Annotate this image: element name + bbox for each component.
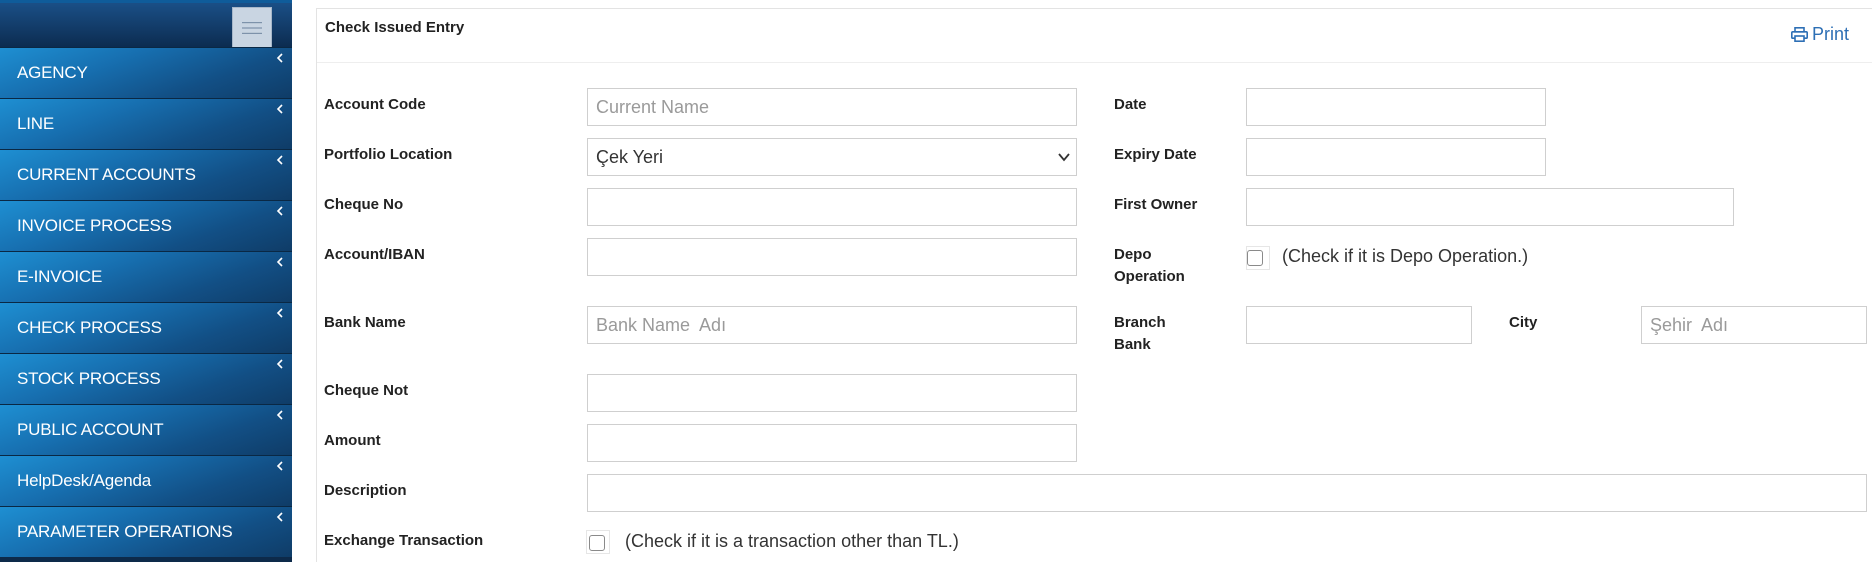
sidebar-item-current-accounts[interactable]: CURRENT ACCOUNTS xyxy=(0,149,292,200)
bank-name-label: Bank Name xyxy=(324,314,406,331)
branch-bank-input[interactable] xyxy=(1246,306,1472,344)
sidebar-item-label: PARAMETER OPERATIONS xyxy=(17,522,233,541)
chevron-left-icon xyxy=(276,461,283,471)
depo-operation-label-1: Depo xyxy=(1114,246,1152,263)
sidebar: AGENCY LINE CURRENT ACCOUNTS INVOICE PROCES… xyxy=(0,0,292,562)
date-label: Date xyxy=(1114,96,1147,113)
hamburger-icon xyxy=(242,21,262,34)
account-iban-label: Account/IBAN xyxy=(324,246,425,263)
city-input[interactable] xyxy=(1641,306,1867,344)
sidebar-item-e-invoice[interactable]: E-INVOICE xyxy=(0,251,292,302)
chevron-left-icon xyxy=(276,155,283,165)
depo-operation-checkbox[interactable] xyxy=(1247,250,1263,266)
chevron-left-icon xyxy=(276,53,283,63)
sidebar-item-label: CURRENT ACCOUNTS xyxy=(17,165,196,184)
expiry-date-input[interactable] xyxy=(1246,138,1546,176)
depo-operation-note: (Check if it is Depo Operation.) xyxy=(1282,246,1529,266)
cheque-no-input[interactable] xyxy=(587,188,1077,226)
description-label: Description xyxy=(324,482,407,499)
portfolio-location-select[interactable]: Çek Yeri xyxy=(587,138,1077,176)
exchange-transaction-label: Exchange Transaction xyxy=(324,532,484,549)
chevron-left-icon xyxy=(276,512,283,522)
portfolio-location-label: Portfolio Location xyxy=(324,146,453,163)
sidebar-item-label: CHECK PROCESS xyxy=(17,318,162,337)
amount-input[interactable] xyxy=(587,424,1077,462)
sidebar-item-label: PUBLIC ACCOUNT xyxy=(17,420,164,439)
sidebar-item-label: HelpDesk/Agenda xyxy=(17,471,152,490)
account-code-label: Account Code xyxy=(324,96,426,113)
bank-name-input[interactable] xyxy=(587,306,1077,344)
account-iban-input[interactable] xyxy=(587,238,1077,276)
cheque-not-label: Cheque Not xyxy=(324,382,409,399)
amount-label: Amount xyxy=(324,432,381,449)
expiry-date-label: Expiry Date xyxy=(1114,146,1197,163)
date-input[interactable] xyxy=(1246,88,1546,126)
chevron-left-icon xyxy=(276,359,283,369)
account-code-input[interactable] xyxy=(587,88,1077,126)
panel-header: Check Issued Entry Print xyxy=(317,9,1872,63)
chevron-left-icon xyxy=(276,410,283,420)
chevron-left-icon xyxy=(276,257,283,267)
sidebar-item-label: E-INVOICE xyxy=(17,267,103,286)
exchange-transaction-note: (Check if it is a transaction other than… xyxy=(625,531,959,551)
sidebar-item-check-process[interactable]: CHECK PROCESS xyxy=(0,302,292,353)
sidebar-item-label: LINE xyxy=(17,114,54,133)
branch-bank-label-1: Branch xyxy=(1114,314,1166,331)
chevron-left-icon xyxy=(276,206,283,216)
print-button[interactable]: Print xyxy=(1791,24,1849,45)
sidebar-item-public-account[interactable]: PUBLIC ACCOUNT xyxy=(0,404,292,455)
sidebar-item-helpdesk-agenda[interactable]: HelpDesk/Agenda xyxy=(0,455,292,506)
description-input[interactable] xyxy=(587,474,1867,512)
city-label: City xyxy=(1509,314,1538,331)
cheque-no-label: Cheque No xyxy=(324,196,404,213)
sidebar-header xyxy=(0,0,292,48)
chevron-left-icon xyxy=(276,104,283,114)
sidebar-item-label: AGENCY xyxy=(17,63,88,82)
sidebar-item-invoice-process[interactable]: INVOICE PROCESS xyxy=(0,200,292,251)
printer-icon xyxy=(1791,27,1808,42)
branch-bank-label-2: Bank xyxy=(1114,336,1151,353)
sidebar-item-label: STOCK PROCESS xyxy=(17,369,161,388)
menu-toggle-button[interactable] xyxy=(232,7,272,48)
first-owner-label: First Owner xyxy=(1114,196,1198,213)
first-owner-input[interactable] xyxy=(1246,188,1734,226)
cheque-not-input[interactable] xyxy=(587,374,1077,412)
page-title: Check Issued Entry xyxy=(325,19,465,36)
depo-operation-label-2: Operation xyxy=(1114,268,1185,285)
chevron-left-icon xyxy=(276,308,283,318)
sidebar-item-agency[interactable]: AGENCY xyxy=(0,47,292,98)
sidebar-item-stock-process[interactable]: STOCK PROCESS xyxy=(0,353,292,404)
exchange-transaction-checkbox[interactable] xyxy=(589,535,605,551)
portfolio-location-value: Çek Yeri xyxy=(596,147,664,167)
sidebar-item-parameter-operations[interactable]: PARAMETER OPERATIONS xyxy=(0,506,292,557)
sidebar-item-line[interactable]: LINE xyxy=(0,98,292,149)
print-label: Print xyxy=(1812,24,1850,44)
sidebar-item-label: INVOICE PROCESS xyxy=(17,216,172,235)
chevron-down-icon xyxy=(1058,153,1070,162)
